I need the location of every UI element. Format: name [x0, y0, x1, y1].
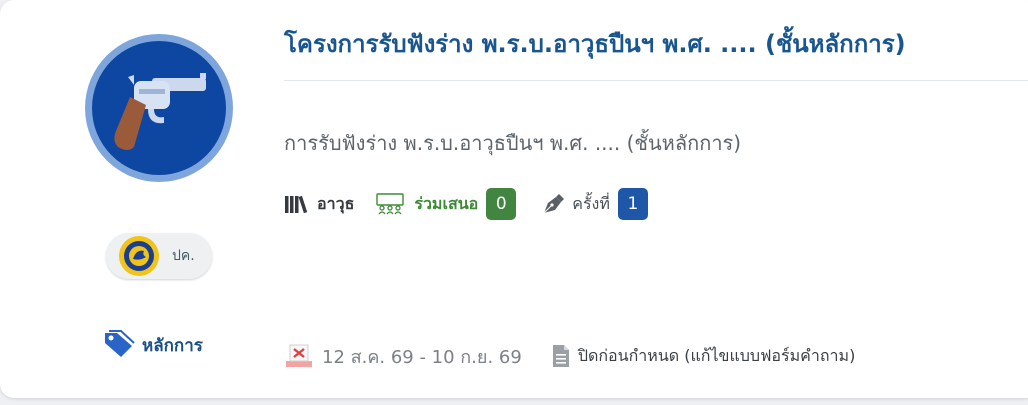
round-label: ครั้งที่: [572, 193, 610, 213]
survey-period: 12 ส.ค. 69 - 10 ก.ย. 69: [322, 346, 522, 368]
survey-title[interactable]: โครงการรับฟังร่าง พ.ร.บ.อาวุธปืนฯ พ.ศ. .…: [284, 24, 906, 64]
survey-status: ปิดก่อนกำหนด (แก้ไขแบบฟอร์มคำถาม): [577, 345, 856, 365]
revolver-icon: [85, 34, 233, 182]
category-item[interactable]: อาวุธ: [284, 192, 354, 217]
calendar-closed-icon: [286, 344, 312, 367]
pen-icon: [543, 194, 565, 214]
organization-name: ปค.: [172, 248, 195, 264]
tag-icon: [105, 330, 135, 357]
participation-item[interactable]: ร่วมเสนอ 0: [376, 188, 517, 220]
books-icon: [285, 195, 308, 214]
category-label: อาวุธ: [317, 193, 355, 213]
date-row: 12 ส.ค. 69 - 10 ก.ย. 69 ปิดก่อนกำหนด (แก…: [284, 340, 855, 372]
survey-card[interactable]: ปค. หลักการ โครงการรับฟังร่าง พ.ร.บ.อาวุ…: [0, 0, 1028, 398]
department-seal-icon: [119, 236, 159, 276]
participation-count-badge: 0: [486, 188, 517, 220]
meta-row: อาวุธ ร่วมเสนอ 0 ครั้งที่ 1: [284, 186, 648, 222]
type-tag-label: หลักการ: [142, 335, 203, 356]
document-icon: [552, 345, 569, 367]
type-tag[interactable]: หลักการ: [103, 330, 203, 360]
survey-subtitle: การรับฟังร่าง พ.ร.บ.อาวุธปืนฯ พ.ศ. .... …: [284, 131, 742, 155]
round-item: ครั้งที่ 1: [540, 188, 648, 220]
participation-label: ร่วมเสนอ: [414, 193, 479, 213]
organization-chip[interactable]: ปค.: [106, 233, 212, 279]
round-number-badge: 1: [617, 188, 648, 220]
divider: [284, 80, 1028, 81]
group-icon: [376, 193, 405, 215]
